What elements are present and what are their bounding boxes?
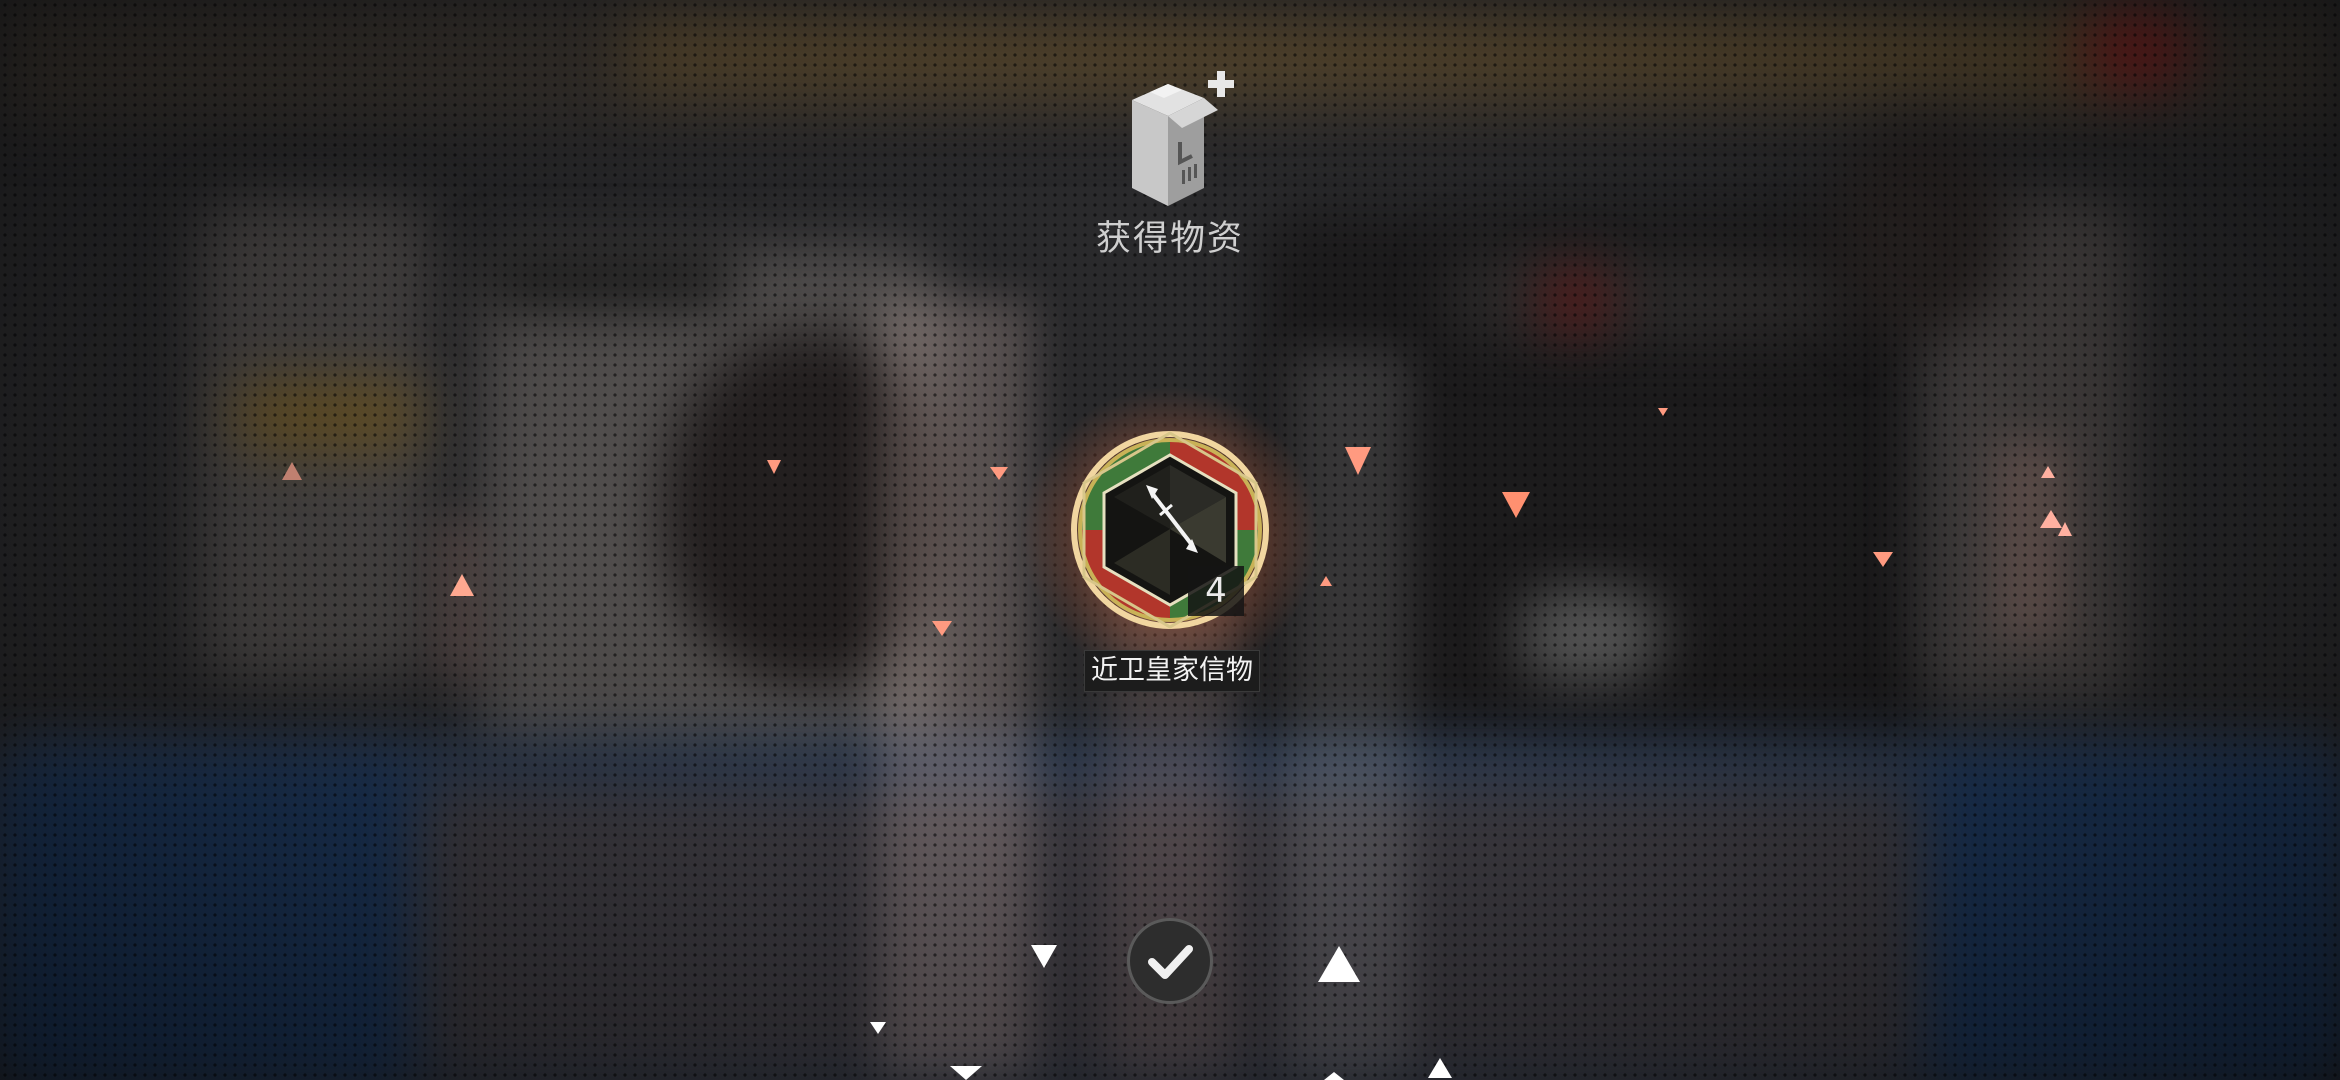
particle bbox=[990, 467, 1008, 480]
particle bbox=[1873, 552, 1893, 567]
particle bbox=[932, 621, 952, 636]
particle bbox=[1345, 447, 1371, 475]
reward-header: 获得物资 bbox=[1070, 60, 1270, 260]
particle bbox=[1320, 576, 1332, 586]
particle bbox=[2041, 466, 2055, 478]
item-name-label: 近卫皇家信物 bbox=[1084, 650, 1260, 692]
particle bbox=[950, 1066, 982, 1080]
particle bbox=[1324, 1072, 1344, 1080]
confirm-button[interactable] bbox=[1127, 918, 1213, 1004]
particle bbox=[450, 574, 474, 596]
reward-title: 获得物资 bbox=[1095, 219, 1244, 259]
particle bbox=[2040, 510, 2062, 528]
particle bbox=[870, 1022, 886, 1034]
checkmark-icon bbox=[1148, 945, 1193, 979]
item-count-badge: 4 bbox=[1188, 566, 1244, 616]
royal-guard-emblem-icon bbox=[1071, 431, 1269, 629]
particle bbox=[2058, 522, 2072, 536]
particle bbox=[1428, 1058, 1452, 1078]
particle bbox=[282, 462, 302, 480]
particle bbox=[1031, 945, 1057, 968]
reward-item[interactable] bbox=[1020, 385, 1320, 685]
supply-box-plus-icon bbox=[1132, 71, 1234, 206]
particle bbox=[1502, 492, 1530, 518]
particle bbox=[1658, 408, 1668, 416]
particle bbox=[1318, 946, 1360, 982]
particle bbox=[767, 460, 781, 474]
